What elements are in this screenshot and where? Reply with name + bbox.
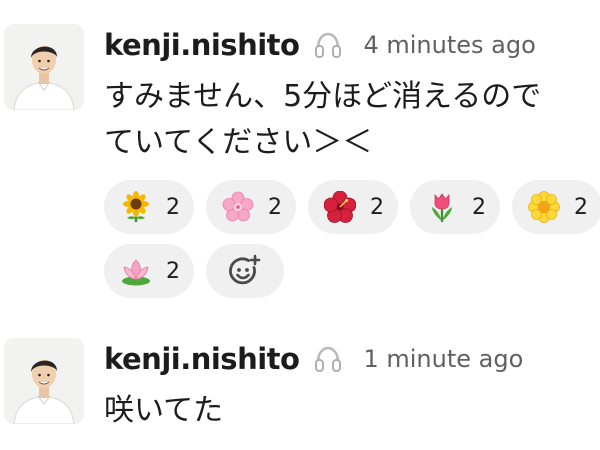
message: kenji.nishito 4 minutes ago すみません、5分ほど消え… [0, 18, 600, 308]
timestamp[interactable]: 4 minutes ago [363, 31, 535, 59]
add-reaction-button[interactable] [206, 244, 284, 298]
reaction-count: 2 [574, 194, 588, 220]
reaction-lotus[interactable]: 2 [104, 244, 194, 298]
sunflower-icon [120, 191, 152, 223]
reaction-count: 2 [166, 194, 180, 220]
reaction-count: 2 [268, 194, 282, 220]
avatar[interactable] [4, 338, 84, 424]
message-header: kenji.nishito 1 minute ago [104, 338, 523, 380]
avatar[interactable] [4, 24, 84, 110]
cherry-blossom-icon [222, 191, 254, 223]
hibiscus-icon [324, 191, 356, 223]
blossom-icon [528, 191, 560, 223]
reaction-tulip[interactable]: 2 [410, 180, 500, 234]
message-text-line: すみません、5分ほど消えるので [104, 79, 542, 114]
headphones-icon [313, 30, 343, 60]
reaction-count: 2 [472, 194, 486, 220]
add-reaction-icon [227, 253, 263, 289]
timestamp[interactable]: 1 minute ago [363, 345, 523, 373]
headphones-icon [313, 344, 343, 374]
reaction-cherry-blossom[interactable]: 2 [206, 180, 296, 234]
tulip-icon [426, 191, 458, 223]
reaction-sunflower[interactable]: 2 [104, 180, 194, 234]
message: kenji.nishito 1 minute ago 咲いてた [0, 332, 600, 442]
username[interactable]: kenji.nishito [104, 28, 300, 62]
message-text-line: ていてください＞＜ [104, 125, 373, 160]
reaction-count: 2 [166, 258, 180, 284]
reaction-count: 2 [370, 194, 384, 220]
reaction-hibiscus[interactable]: 2 [308, 180, 398, 234]
message-header: kenji.nishito 4 minutes ago [104, 24, 536, 66]
username[interactable]: kenji.nishito [104, 342, 300, 376]
lotus-icon [120, 255, 152, 287]
reaction-blossom[interactable]: 2 [512, 180, 600, 234]
message-text-line: 咲いてた [104, 393, 224, 428]
